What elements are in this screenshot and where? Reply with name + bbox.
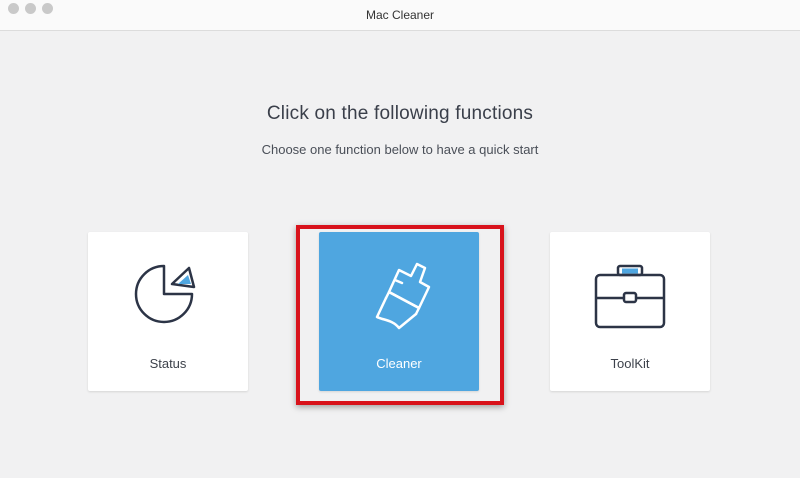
status-label: Status [149, 356, 187, 371]
page-headline: Click on the following functions [266, 103, 534, 124]
page-subtitle: Choose one function below to have a quic… [261, 142, 539, 157]
window-title: Mac Cleaner [365, 8, 435, 22]
toolbox-icon [594, 264, 666, 329]
toolkit-label: ToolKit [610, 356, 650, 371]
cleaner-card[interactable]: Cleaner [319, 232, 479, 391]
toolkit-card[interactable]: ToolKit [550, 232, 710, 391]
status-card[interactable]: Status [88, 232, 248, 391]
brush-icon [375, 262, 431, 330]
pie-chart-icon [134, 264, 196, 324]
cleaner-label: Cleaner [376, 356, 422, 371]
title-bar: Mac Cleaner [0, 0, 800, 31]
